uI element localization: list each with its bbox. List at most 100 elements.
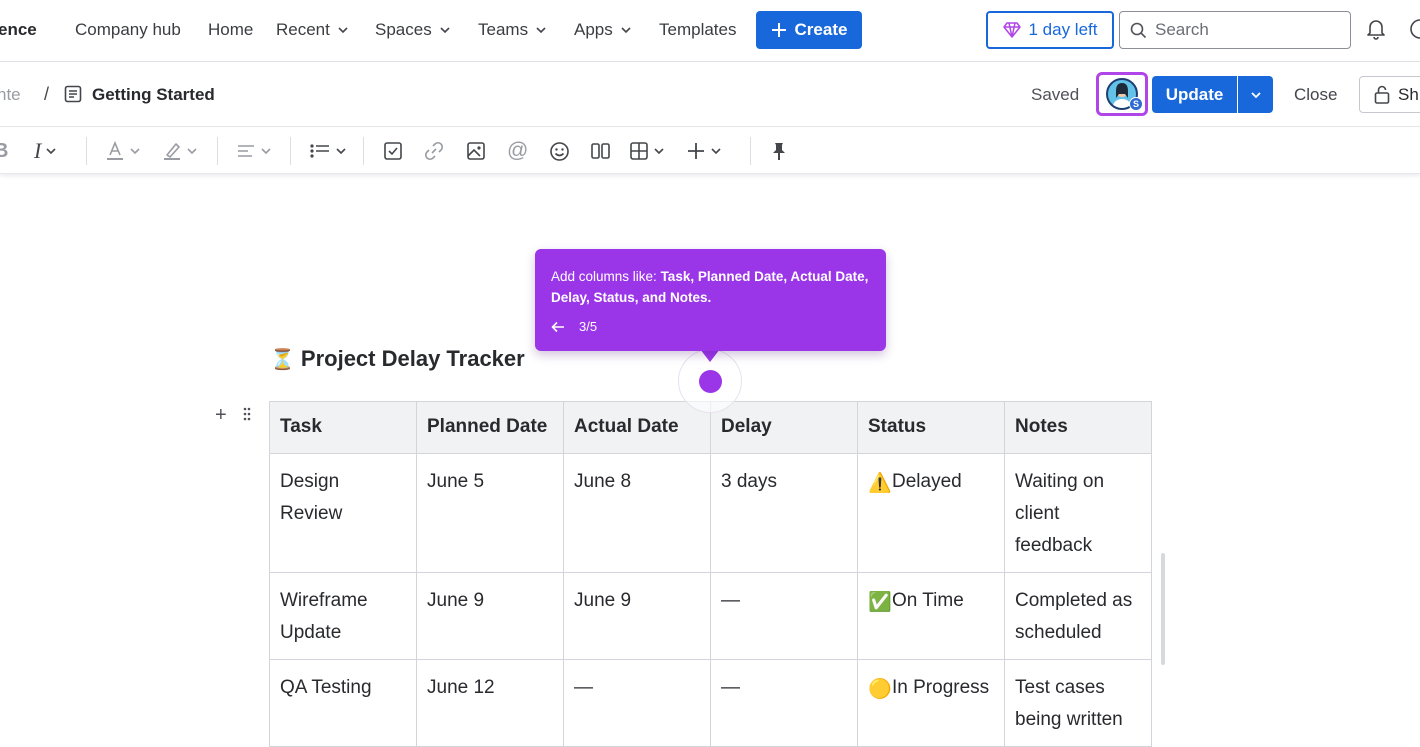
cell-planned-date[interactable]: June 5 (416, 453, 564, 573)
saved-status: Saved (1031, 85, 1080, 104)
cell-delay[interactable]: — (710, 659, 858, 747)
onboarding-tooltip: Add columns like: Task, Planned Date, Ac… (535, 249, 886, 351)
collaborator-avatar-button[interactable]: S (1096, 72, 1148, 116)
bold-icon: B (0, 139, 9, 162)
alignment-button[interactable] (236, 138, 272, 164)
breadcrumb-separator: / (44, 84, 50, 104)
table-row: QA Testing June 12 — — 🟡In Progress Test… (269, 659, 1152, 747)
delay-tracker-table: Task Planned Date Actual Date Delay Stat… (269, 401, 1152, 747)
breadcrumb-parent[interactable]: nte (0, 85, 21, 105)
drag-handle-icon[interactable] (242, 406, 252, 422)
table-button[interactable] (629, 138, 665, 164)
layout-button[interactable] (590, 138, 611, 164)
cell-task[interactable]: QA Testing (269, 659, 417, 747)
section-heading[interactable]: ⏳ Project Delay Tracker (270, 346, 525, 372)
close-button[interactable]: Close (1294, 85, 1337, 105)
update-options-button[interactable] (1238, 76, 1273, 113)
trial-button[interactable]: 1 day left (986, 11, 1114, 49)
italic-icon: I (34, 138, 42, 163)
header-actual-date[interactable]: Actual Date (563, 401, 711, 454)
breadcrumb-current-page[interactable]: Getting Started (92, 85, 215, 105)
insert-button[interactable] (686, 138, 722, 164)
chevron-down-icon (1250, 91, 1261, 98)
list-button[interactable] (309, 138, 347, 164)
header-notes[interactable]: Notes (1004, 401, 1152, 454)
bold-button[interactable]: B (0, 138, 8, 164)
section-heading-text: Project Delay Tracker (300, 346, 525, 371)
cell-actual-date[interactable]: June 9 (563, 572, 711, 660)
mention-button[interactable]: @ (507, 138, 528, 164)
italic-button[interactable]: I (34, 138, 57, 164)
nav-home[interactable]: Home (208, 0, 253, 60)
cell-task[interactable]: Design Review (269, 453, 417, 573)
nav-spaces[interactable]: Spaces (375, 0, 451, 60)
checkbox-icon (384, 142, 402, 160)
gem-icon (1002, 22, 1021, 38)
image-button[interactable] (466, 138, 486, 164)
product-name[interactable]: ence (0, 0, 37, 60)
cell-actual-date[interactable]: June 8 (563, 453, 711, 573)
cell-notes[interactable]: Completed as scheduled (1004, 572, 1152, 660)
cell-notes[interactable]: Test cases being written (1004, 659, 1152, 747)
cell-actual-date[interactable]: — (563, 659, 711, 747)
chevron-down-icon (46, 148, 56, 155)
toolbar-divider (290, 137, 291, 165)
create-label: Create (794, 20, 848, 39)
search-placeholder: Search (1155, 20, 1209, 39)
create-button[interactable]: Create (756, 11, 862, 49)
cell-status[interactable]: ⚠️Delayed (857, 453, 1005, 573)
nav-teams[interactable]: Teams (478, 0, 547, 60)
chevron-down-icon (261, 148, 271, 155)
nav-apps[interactable]: Apps (574, 0, 632, 60)
header-status[interactable]: Status (857, 401, 1005, 454)
cell-delay[interactable]: — (710, 572, 858, 660)
page-header: nte / Getting Started Saved S Update Clo… (0, 63, 1420, 127)
chevron-down-icon (187, 148, 197, 155)
chevron-down-icon (440, 27, 450, 34)
update-button[interactable]: Update (1152, 76, 1237, 113)
tooltip-message-prefix: Add columns like: (551, 269, 661, 284)
header-task[interactable]: Task (269, 401, 417, 454)
emoji-button[interactable] (549, 138, 570, 164)
nav-company-hub[interactable]: Company hub (75, 0, 181, 60)
image-icon (467, 142, 485, 160)
cell-status[interactable]: ✅On Time (857, 572, 1005, 660)
cell-delay[interactable]: 3 days (710, 453, 858, 573)
yellow-circle-icon: 🟡 (868, 679, 892, 700)
cell-status[interactable]: 🟡In Progress (857, 659, 1005, 747)
pin-icon (773, 143, 785, 160)
avatar-initial-badge: S (1129, 97, 1143, 111)
at-sign-icon: @ (507, 139, 529, 162)
search-input[interactable]: Search (1119, 11, 1351, 49)
scrollbar[interactable] (1161, 553, 1165, 665)
cell-task[interactable]: Wireframe Update (269, 572, 417, 660)
pin-toolbar-button[interactable] (769, 138, 789, 164)
table-icon (630, 142, 648, 160)
tooltip-footer: 3/5 (551, 319, 597, 334)
spotlight-beacon[interactable] (699, 370, 722, 393)
nav-templates[interactable]: Templates (659, 0, 736, 60)
nav-spaces-label: Spaces (375, 20, 432, 39)
share-button[interactable]: Sh (1359, 76, 1420, 113)
nav-templates-label: Templates (659, 20, 737, 39)
plus-icon (688, 143, 704, 159)
cell-planned-date[interactable]: June 9 (416, 572, 564, 660)
toolbar-divider (217, 137, 218, 165)
header-delay[interactable]: Delay (710, 401, 858, 454)
cell-notes[interactable]: Waiting on client feedback (1004, 453, 1152, 573)
bullet-list-icon (310, 144, 329, 158)
toolbar-divider (363, 137, 364, 165)
add-row-icon[interactable]: + (215, 404, 227, 427)
arrow-left-icon[interactable] (551, 321, 565, 333)
header-planned-date[interactable]: Planned Date (416, 401, 564, 454)
nav-recent[interactable]: Recent (276, 0, 349, 60)
status-text: Delayed (892, 471, 962, 492)
link-button[interactable] (424, 138, 444, 164)
chevron-down-icon (654, 148, 664, 155)
task-button[interactable] (383, 138, 403, 164)
help-icon[interactable] (1409, 18, 1420, 40)
cell-planned-date[interactable]: June 12 (416, 659, 564, 747)
text-color-button[interactable] (105, 138, 141, 164)
highlight-button[interactable] (162, 138, 198, 164)
bell-icon[interactable] (1366, 18, 1386, 40)
